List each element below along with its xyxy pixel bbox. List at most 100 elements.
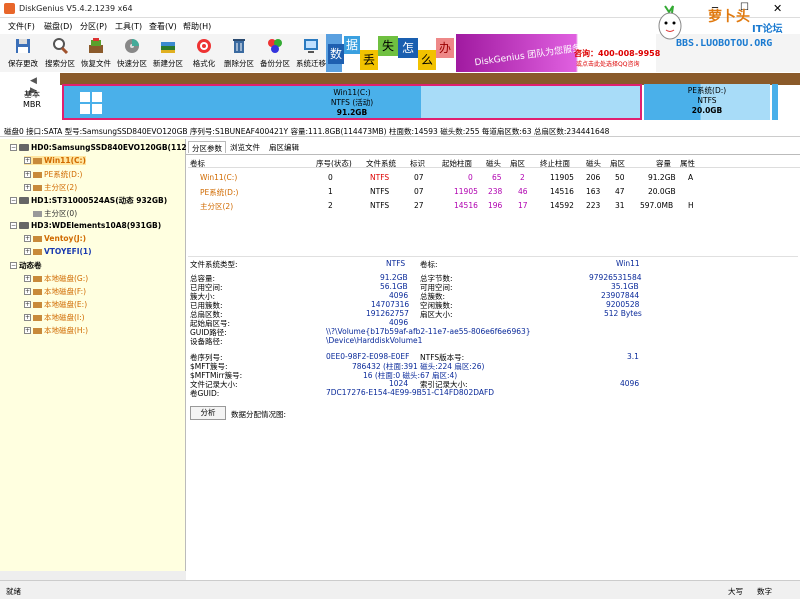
- ntfs-version-value: 3.1: [627, 352, 639, 361]
- system-migrate-button[interactable]: 系统迁移: [292, 36, 330, 70]
- partition-icon: [33, 288, 42, 295]
- tree-dynamic-volumes[interactable]: − 动态卷: [10, 260, 42, 271]
- status-text: 就绪: [6, 587, 21, 596]
- format-button[interactable]: 格式化: [185, 36, 223, 70]
- close-button[interactable]: ✕: [773, 2, 782, 15]
- banner-phone: 咨询：400-008-9958: [574, 49, 661, 58]
- disk-icon: [19, 222, 29, 229]
- banner-tile: 据: [344, 36, 360, 54]
- brand-name: 萝卜头: [708, 9, 750, 25]
- expand-icon[interactable]: +: [24, 184, 31, 191]
- menu-help[interactable]: 帮助(H): [183, 21, 211, 32]
- tree-partition-vtoyefi[interactable]: + VTOYEFI(1): [24, 247, 92, 256]
- table-row[interactable]: PE系统(D:) 1 NTFS 07 11905 238 46 14516 16…: [188, 186, 800, 199]
- menu-file[interactable]: 文件(F): [8, 21, 35, 32]
- partition-icon: [33, 314, 42, 321]
- analyze-button[interactable]: 分析: [190, 406, 226, 420]
- partition-icon: [33, 235, 42, 242]
- detail-value: 56.1GB: [380, 282, 408, 291]
- ad-banner[interactable]: 数 据 丢 失 怎 么 办 DiskGenius 团队为您服务 咨询：400-0…: [326, 34, 660, 72]
- tree-disk-hd0[interactable]: − HD0:SamsungSSD840EVO120GB(112: [10, 143, 187, 152]
- format-icon: [197, 39, 211, 53]
- new-partition-button[interactable]: 新建分区: [149, 36, 187, 70]
- partition-icon: [33, 327, 42, 334]
- detail-value: 91.2GB: [380, 273, 408, 282]
- volume-guid-label: 卷GUID:: [190, 389, 220, 398]
- detail-value: 512 Bytes: [604, 309, 642, 318]
- partition-icon: [33, 248, 42, 255]
- expand-icon[interactable]: +: [24, 327, 31, 334]
- tree-volume-h[interactable]: + 本地磁盘(H:): [24, 325, 88, 336]
- disk-info-line: 磁盘0 接口:SATA 型号:SamsungSSD840EVO120GB 序列号…: [0, 124, 800, 137]
- allocation-map-label: 数据分配情况图:: [231, 410, 287, 419]
- tree-partition-hd1-0[interactable]: 主分区(0): [33, 208, 77, 219]
- num-indicator: 数字: [757, 587, 772, 596]
- collapse-icon[interactable]: −: [10, 144, 17, 151]
- guid-path-value: \\?\Volume{b17b59af-afb2-11e7-ae55-806e6…: [326, 327, 531, 336]
- tab-browse-files[interactable]: 浏览文件: [227, 141, 263, 153]
- index-record-value: 4096: [620, 379, 640, 388]
- tab-sector-editor[interactable]: 扇区编辑: [266, 141, 302, 153]
- migrate-icon: [304, 39, 318, 53]
- expand-icon[interactable]: +: [24, 235, 31, 242]
- caps-indicator: 大写: [728, 587, 743, 596]
- save-button[interactable]: 保存更改: [4, 36, 42, 70]
- tab-partition-params[interactable]: 分区参数: [188, 141, 226, 153]
- banner-tile: 怎: [398, 38, 418, 58]
- tree-partition-pe[interactable]: + PE系统(D:): [24, 169, 82, 180]
- table-row[interactable]: Win11(C:) 0 NTFS 07 0 65 2 11905 206 50 …: [188, 172, 800, 185]
- partition-name: Win11(C:): [333, 88, 371, 97]
- delete-partition-button[interactable]: 删除分区: [220, 36, 258, 70]
- menu-view[interactable]: 查看(V): [149, 21, 177, 32]
- serial-value: 0EE0-98F2-E098-E0EF: [326, 352, 410, 361]
- file-record-value: 1024: [389, 379, 409, 388]
- expand-icon[interactable]: +: [24, 157, 31, 164]
- expand-icon[interactable]: +: [24, 171, 31, 178]
- luobotou-mascot: [655, 4, 685, 42]
- expand-icon[interactable]: +: [24, 301, 31, 308]
- backup-icon: [268, 39, 282, 53]
- partition-table-header: 卷标 序号(状态) 文件系统 标识 起始柱面 磁头 扇区 终止柱面 磁头 扇区 …: [188, 156, 800, 168]
- expand-icon[interactable]: +: [24, 275, 31, 282]
- partition-icon: [33, 171, 42, 178]
- device-path-label: 设备路径:: [190, 337, 223, 346]
- tree-volume-f[interactable]: + 本地磁盘(F:): [24, 286, 86, 297]
- tree-partition-ventoy[interactable]: + Ventoy(J:): [24, 234, 86, 243]
- fs-type-label: 文件系统类型:: [190, 260, 238, 269]
- partition-block-d[interactable]: PE系统(D:) NTFS 20.0GB: [644, 84, 770, 120]
- menu-partition[interactable]: 分区(P): [80, 21, 107, 32]
- detail-value: 97926531584: [589, 273, 642, 282]
- tree-partition-win11[interactable]: + Win11(C:): [24, 156, 86, 165]
- detail-value: 4096: [389, 291, 409, 300]
- details-divider: [188, 256, 798, 257]
- menu-tools[interactable]: 工具(T): [115, 21, 142, 32]
- collapse-icon[interactable]: −: [10, 262, 17, 269]
- partition-block-c[interactable]: Win11(C:) NTFS (活动) 91.2GB: [62, 84, 642, 120]
- tree-disk-hd1[interactable]: − HD1:ST31000524AS(动态 932GB): [10, 195, 167, 206]
- brand-url[interactable]: BBS.LUOBOTOU.ORG: [676, 38, 772, 49]
- tree-volume-g[interactable]: + 本地磁盘(G:): [24, 273, 88, 284]
- collapse-icon[interactable]: −: [10, 197, 17, 204]
- partition-block-hidden[interactable]: [772, 84, 778, 120]
- tree-disk-hd3[interactable]: − HD3:WDElements10A8(931GB): [10, 221, 161, 230]
- table-row[interactable]: 主分区(2) 2 NTFS 27 14516 196 17 14592 223 …: [188, 200, 800, 213]
- partition-size: 91.2GB: [336, 108, 368, 117]
- recover-files-button[interactable]: 恢复文件: [77, 36, 115, 70]
- collapse-icon[interactable]: −: [10, 222, 17, 229]
- expand-icon[interactable]: +: [24, 314, 31, 321]
- delete-icon: [233, 39, 245, 53]
- menu-disk[interactable]: 磁盘(D): [44, 21, 72, 32]
- fs-type-value: NTFS: [386, 259, 406, 268]
- backup-partition-button[interactable]: 备份分区: [256, 36, 294, 70]
- search-partition-button[interactable]: 搜索分区: [41, 36, 79, 70]
- tree-volume-e[interactable]: + 本地磁盘(E:): [24, 299, 87, 310]
- detail-value: 23907844: [601, 291, 640, 300]
- tree-horizontal-scrollbar[interactable]: [0, 571, 186, 580]
- device-path-value: \Device\HarddiskVolume1: [326, 336, 423, 345]
- quick-partition-button[interactable]: 快速分区: [113, 36, 151, 70]
- tree-partition-primary2[interactable]: + 主分区(2): [24, 182, 77, 193]
- expand-icon[interactable]: +: [24, 288, 31, 295]
- expand-icon[interactable]: +: [24, 248, 31, 255]
- save-icon: [16, 39, 30, 53]
- tree-volume-i[interactable]: + 本地磁盘(I:): [24, 312, 85, 323]
